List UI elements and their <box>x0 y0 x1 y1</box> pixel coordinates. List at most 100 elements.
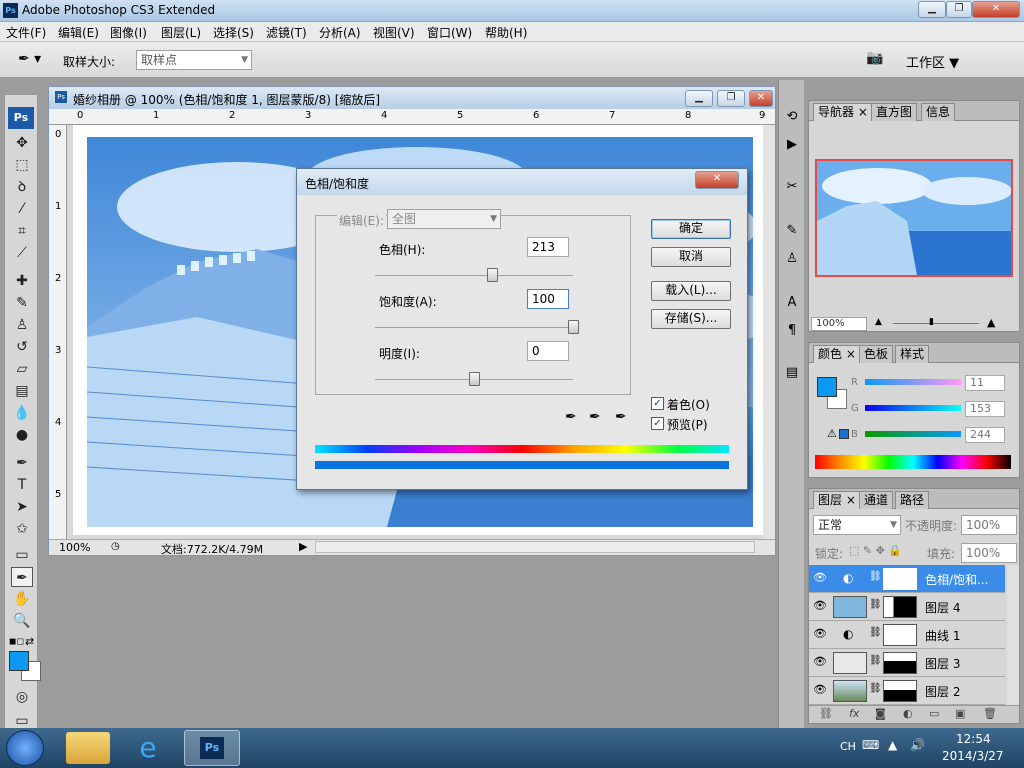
maximize-button[interactable]: ❐ <box>946 1 972 18</box>
saturation-slider-thumb[interactable] <box>568 320 579 334</box>
marquee-tool-icon[interactable]: ⬚ <box>11 155 33 175</box>
mask-link-icon[interactable]: ⛓ <box>869 655 882 666</box>
tab-channels[interactable]: 通道 <box>859 491 894 509</box>
mask-link-icon[interactable]: ⛓ <box>869 571 882 582</box>
link-layers-icon[interactable]: ⛓ <box>819 707 833 720</box>
photoshop-taskbar-button[interactable]: Ps <box>184 730 240 766</box>
layer-row-4[interactable]: 👁 ⛓ 图层 4 <box>809 593 1005 621</box>
sample-size-select[interactable]: 取样点 ▼ <box>136 50 252 70</box>
eyedropper-minus-icon[interactable]: ✒ <box>615 409 627 425</box>
menu-layer[interactable]: 图层(L) <box>161 24 201 41</box>
add-mask-icon[interactable]: ◙ <box>875 707 886 720</box>
lock-icons[interactable]: ⬚ ✎ ✥ 🔒 <box>849 544 902 557</box>
crop-tool-icon[interactable]: ⌗ <box>11 221 33 241</box>
r-value[interactable]: 11 <box>965 375 1005 391</box>
notification-arrow-icon[interactable]: ▲ <box>888 738 897 752</box>
color-fg-swatch[interactable] <box>817 377 837 397</box>
menu-select[interactable]: 选择(S) <box>213 24 254 41</box>
hue-slider-track[interactable] <box>375 275 573 276</box>
hue-input[interactable]: 213 <box>527 237 569 257</box>
tab-styles[interactable]: 样式 <box>895 345 930 363</box>
notes-tool-icon[interactable]: ▭ <box>11 545 33 565</box>
layer-mask-thumbnail[interactable] <box>883 596 917 618</box>
layer-mask-thumbnail[interactable] <box>883 652 917 674</box>
menu-help[interactable]: 帮助(H) <box>485 24 527 41</box>
hand-tool-icon[interactable]: ✋ <box>11 589 33 609</box>
saturation-input[interactable]: 100 <box>527 289 569 309</box>
layer-row-3[interactable]: 👁 ⛓ 图层 3 <box>809 649 1005 677</box>
visibility-eye-icon[interactable]: 👁 <box>813 655 827 669</box>
eyedropper-tool-icon[interactable]: ✒ <box>11 567 33 587</box>
visibility-eye-icon[interactable]: 👁 <box>813 627 827 641</box>
colorize-checkbox[interactable]: ✓ <box>651 397 664 410</box>
b-slider[interactable] <box>865 431 961 437</box>
default-colors-icon[interactable]: ◼◻ <box>9 637 24 647</box>
input-language[interactable]: CH <box>840 740 856 753</box>
new-group-icon[interactable]: ▭ <box>929 707 939 720</box>
zoom-out-icon[interactable]: ▲ <box>875 317 882 327</box>
menu-view[interactable]: 视图(V) <box>373 24 415 41</box>
tab-navigator[interactable]: 导航器 × <box>813 103 873 121</box>
preview-checkbox[interactable]: ✓ <box>651 417 664 430</box>
tab-color[interactable]: 颜色 × <box>813 345 861 363</box>
path-selection-tool-icon[interactable]: ➤ <box>11 497 33 517</box>
explorer-taskbar-icon[interactable] <box>66 732 110 764</box>
eyedropper-plus-icon[interactable]: ✒ <box>589 409 601 425</box>
dialog-close-button[interactable]: ✕ <box>695 171 739 189</box>
layer-row-curves[interactable]: 👁 ◐ ⛓ 曲线 1 <box>809 621 1005 649</box>
history-brush-tool-icon[interactable]: ↺ <box>11 337 33 357</box>
edit-channel-select[interactable]: 全图 ▼ <box>387 209 501 229</box>
quick-mask-icon[interactable]: ◎ <box>11 687 33 707</box>
vertical-scrollbar[interactable] <box>763 125 775 539</box>
actions-panel-icon[interactable]: ▶ <box>781 134 803 156</box>
foreground-color-swatch[interactable] <box>9 651 29 671</box>
dodge-tool-icon[interactable]: ● <box>11 425 33 445</box>
bridge-icon[interactable]: 📷 <box>862 50 888 70</box>
blend-mode-select[interactable]: 正常 ▼ <box>813 515 901 535</box>
close-button[interactable]: ✕ <box>972 1 1020 18</box>
delete-layer-icon[interactable]: 🗑 <box>983 707 997 720</box>
layer-mask-thumbnail[interactable] <box>883 680 917 702</box>
type-tool-icon[interactable]: T <box>11 475 33 495</box>
lightness-slider-thumb[interactable] <box>469 372 480 386</box>
tab-layers[interactable]: 图层 × <box>813 491 861 509</box>
status-menu-arrow-icon[interactable]: ▶ <box>299 540 307 553</box>
layer-row-hue-saturation[interactable]: 👁 ◐ ⛓ 色相/饱和... <box>809 565 1005 593</box>
gradient-tool-icon[interactable]: ▤ <box>11 381 33 401</box>
ie-taskbar-icon[interactable]: e <box>124 730 172 766</box>
menu-file[interactable]: 文件(F) <box>6 24 46 41</box>
clock-date[interactable]: 2014/3/27 <box>942 749 1004 763</box>
navigator-thumbnail[interactable] <box>815 159 1013 277</box>
opacity-field[interactable]: 100% <box>961 515 1017 535</box>
eraser-tool-icon[interactable]: ▱ <box>11 359 33 379</box>
layer-thumbnail[interactable] <box>833 680 867 702</box>
ok-button[interactable]: 确定 <box>651 219 731 239</box>
menu-image[interactable]: 图像(I) <box>110 24 147 41</box>
tab-histogram[interactable]: 直方图 <box>871 103 918 121</box>
visibility-eye-icon[interactable]: 👁 <box>813 599 827 613</box>
character-panel-icon[interactable]: A <box>781 292 803 314</box>
clock-time[interactable]: 12:54 <box>956 732 991 746</box>
zoom-in-icon[interactable]: ▲ <box>987 316 995 329</box>
zoom-tool-icon[interactable]: 🔍 <box>11 611 33 631</box>
layer-row-2[interactable]: 👁 ⛓ 图层 2 <box>809 677 1005 705</box>
cancel-button[interactable]: 取消 <box>651 247 731 267</box>
eyedropper-tool-preset-icon[interactable]: ✒ ▾ <box>18 51 41 67</box>
mask-link-icon[interactable]: ⛓ <box>869 599 882 610</box>
pen-tool-icon[interactable]: ✒ <box>11 453 33 473</box>
start-button[interactable] <box>6 730 44 766</box>
layer-thumbnail[interactable] <box>833 596 867 618</box>
b-value[interactable]: 244 <box>965 427 1005 443</box>
eyedropper-icon[interactable]: ✒ <box>565 409 577 425</box>
navigator-zoom-field[interactable]: 100% <box>811 317 867 331</box>
fill-field[interactable]: 100% <box>961 543 1017 563</box>
menu-window[interactable]: 窗口(W) <box>427 24 472 41</box>
clone-stamp-tool-icon[interactable]: ♙ <box>11 315 33 335</box>
shape-tool-icon[interactable]: ✩ <box>11 519 33 539</box>
brush-tool-icon[interactable]: ✎ <box>11 293 33 313</box>
new-adjustment-icon[interactable]: ◐ <box>903 707 913 720</box>
volume-icon[interactable]: 🔊 <box>910 738 925 752</box>
clone-source-icon[interactable]: ♙ <box>781 248 803 270</box>
minimize-button[interactable]: ▁ <box>918 1 946 18</box>
load-button[interactable]: 载入(L)... <box>651 281 731 301</box>
